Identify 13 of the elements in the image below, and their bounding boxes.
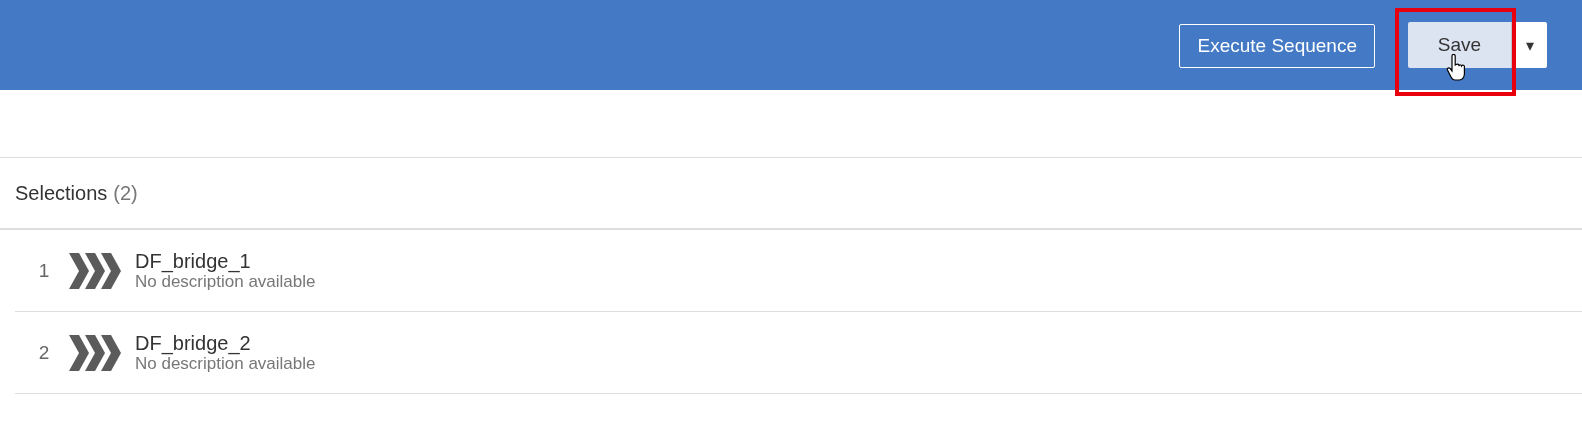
chevrons-icon bbox=[69, 250, 121, 291]
execute-button[interactable]: Execute Sequence bbox=[1179, 24, 1375, 68]
item-name: DF_bridge_1 bbox=[135, 250, 252, 272]
pointer-icon bbox=[1446, 54, 1466, 82]
row-number: 1 bbox=[37, 259, 51, 282]
item-description: No description available bbox=[135, 354, 316, 373]
item-name: DF_bridge_2 bbox=[135, 332, 252, 354]
item-description: No description available bbox=[135, 272, 316, 291]
save-button[interactable]: Save bbox=[1408, 22, 1512, 68]
section-title: Selections bbox=[15, 181, 108, 205]
chevrons-icon bbox=[69, 332, 121, 373]
selection-count: (2) bbox=[113, 181, 138, 205]
row-number: 2 bbox=[37, 341, 51, 364]
